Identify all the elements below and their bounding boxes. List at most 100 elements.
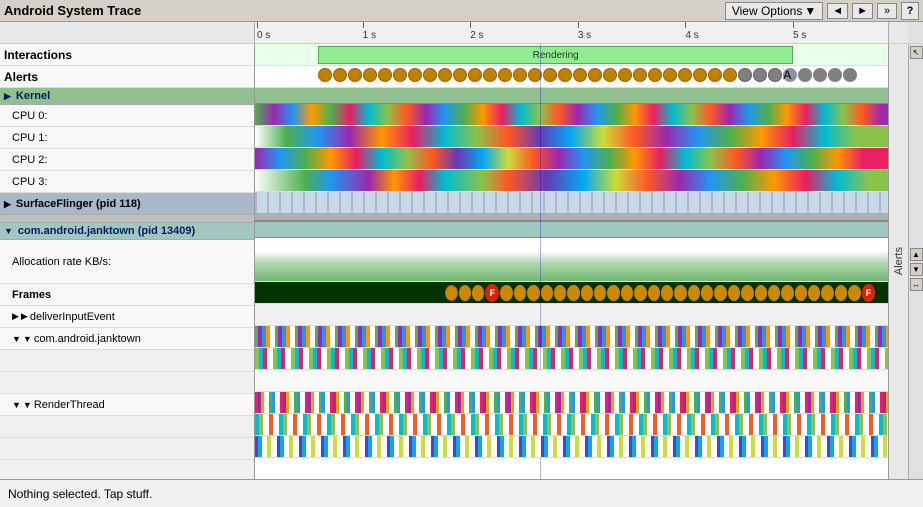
alert-circle: [393, 68, 407, 82]
cpu1-label-row: CPU 1:: [0, 127, 254, 149]
help-button[interactable]: ?: [901, 2, 919, 20]
surface-flinger-expand-icon: [4, 198, 13, 210]
content-area: Interactions Alerts Kernel CPU 0: CPU 1:: [0, 44, 923, 479]
interactions-label: Interactions: [4, 48, 72, 62]
render-thread-trace-row3[interactable]: [255, 436, 888, 458]
alert-circle: [333, 68, 347, 82]
alert-circle: [543, 68, 557, 82]
app-title: Android System Trace: [4, 3, 141, 18]
rendering-bar: Rendering: [318, 46, 793, 64]
alert-circle: [768, 68, 782, 82]
deliver-input-event-label-row: ▶ deliverInputEvent: [0, 306, 254, 328]
alert-circle: [648, 68, 662, 82]
surface-flinger-trace-row[interactable]: [255, 192, 888, 214]
cpu0-trace-row[interactable]: [255, 104, 888, 126]
nav-right-button[interactable]: ►: [852, 3, 873, 19]
janktown-thread-label-row: ▼ com.android.janktown: [0, 328, 254, 350]
kernel-expand-icon: [4, 90, 13, 102]
alert-circle: [693, 68, 707, 82]
kernel-header-trace: [255, 88, 888, 104]
alert-circle: [513, 68, 527, 82]
alert-circle: [438, 68, 452, 82]
alert-circle: [798, 68, 812, 82]
alert-circle: [498, 68, 512, 82]
surface-flinger-header[interactable]: SurfaceFlinger (pid 118): [0, 193, 254, 215]
timeline-header-row: 0 s 1 s 2 s 3 s 4 s 5 s: [0, 22, 923, 44]
alert-circle: [843, 68, 857, 82]
alert-circle: [453, 68, 467, 82]
render-thread-trace-row-label: [0, 416, 254, 438]
labels-panel: Interactions Alerts Kernel CPU 0: CPU 1:: [0, 44, 255, 479]
alert-circle: [468, 68, 482, 82]
time-tick-3: 3 s: [578, 30, 591, 41]
separator-trace: [255, 214, 888, 222]
render-thread-header-trace[interactable]: [255, 370, 888, 392]
alert-circle: [828, 68, 842, 82]
janktown-thread-trace-row-label: [0, 350, 254, 372]
alert-circle: [618, 68, 632, 82]
alert-circle: [603, 68, 617, 82]
time-tick-1: 1 s: [363, 30, 376, 41]
timeline-header: 0 s 1 s 2 s 3 s 4 s 5 s: [255, 22, 888, 44]
alert-circle: [708, 68, 722, 82]
frames-trace-row[interactable]: F: [255, 282, 888, 304]
status-text: Nothing selected. Tap stuff.: [8, 487, 152, 501]
cpu1-trace-row[interactable]: [255, 126, 888, 148]
view-options-button[interactable]: View Options ▼: [725, 2, 823, 20]
allocation-rate-label-row: Allocation rate KB/s:: [0, 240, 254, 284]
trace-canvas[interactable]: Rendering // Will be drawn via inline ci…: [255, 44, 888, 479]
render-thread-trace-row1[interactable]: [255, 392, 888, 414]
scrollbar-panel: ↖ ▲ ▼ ↔: [908, 44, 923, 479]
alert-circle: [528, 68, 542, 82]
frame-F-red2: F: [862, 284, 876, 302]
alert-circle: [318, 68, 332, 82]
alert-circle-large: [813, 68, 827, 82]
title-bar: Android System Trace View Options ▼ ◄ ► …: [0, 0, 923, 22]
frames-label-row: Frames: [0, 284, 254, 306]
deliver-input-event-trace-row[interactable]: [255, 304, 888, 326]
alert-circle: [363, 68, 377, 82]
nav-expand-button[interactable]: »: [877, 3, 897, 19]
scroll-cursor-button[interactable]: ↖: [910, 46, 923, 59]
janktown-thread-trace-row2[interactable]: [255, 348, 888, 370]
scroll-down-button[interactable]: ▼: [910, 263, 923, 276]
alert-circle-A: A: [783, 68, 797, 82]
cpu3-trace-row[interactable]: [255, 170, 888, 192]
alert-circle: [378, 68, 392, 82]
alerts-label: Alerts: [4, 70, 38, 84]
scroll-up-button[interactable]: ▲: [910, 248, 923, 261]
main-area: 0 s 1 s 2 s 3 s 4 s 5 s Interactions Ale…: [0, 22, 923, 479]
cpu0-label-row: CPU 0:: [0, 105, 254, 127]
render-thread-trace-row-label2: [0, 438, 254, 460]
janktown-thread-trace-row-label2: [0, 372, 254, 394]
alert-circle: [483, 68, 497, 82]
time-tick-0: 0 s: [257, 30, 270, 41]
render-thread-label-row: ▼ RenderThread: [0, 394, 254, 416]
render-thread-trace-row-label3: [0, 460, 254, 479]
janktown-header[interactable]: com.android.janktown (pid 13409): [0, 223, 254, 240]
frame-circles: F: [445, 283, 875, 303]
alert-circle: [588, 68, 602, 82]
alert-circle: [633, 68, 647, 82]
alert-circle: [558, 68, 572, 82]
alert-circle: [408, 68, 422, 82]
kernel-section-header[interactable]: Kernel: [0, 88, 254, 105]
allocation-rate-trace-row[interactable]: [255, 238, 888, 282]
alerts-label-row: Alerts: [0, 66, 254, 88]
alerts-trace-row[interactable]: // Will be drawn via inline circles: [255, 66, 888, 88]
scroll-expand-button[interactable]: ↔: [910, 278, 923, 291]
alerts-sidebar-panel: Alerts: [888, 44, 908, 479]
interactions-trace-row[interactable]: Rendering: [255, 44, 888, 66]
nav-left-button[interactable]: ◄: [827, 3, 848, 19]
render-thread-trace-row2[interactable]: [255, 414, 888, 436]
janktown-header-trace: [255, 222, 888, 238]
status-bar: Nothing selected. Tap stuff.: [0, 479, 923, 507]
janktown-thread-trace-row[interactable]: [255, 326, 888, 348]
alert-circle: [348, 68, 362, 82]
cpu2-label-row: CPU 2:: [0, 149, 254, 171]
cpu2-trace-row[interactable]: [255, 148, 888, 170]
alert-circle: [678, 68, 692, 82]
time-tick-4: 4 s: [685, 30, 698, 41]
time-tick-2: 2 s: [470, 30, 483, 41]
interactions-label-row: Interactions: [0, 44, 254, 66]
